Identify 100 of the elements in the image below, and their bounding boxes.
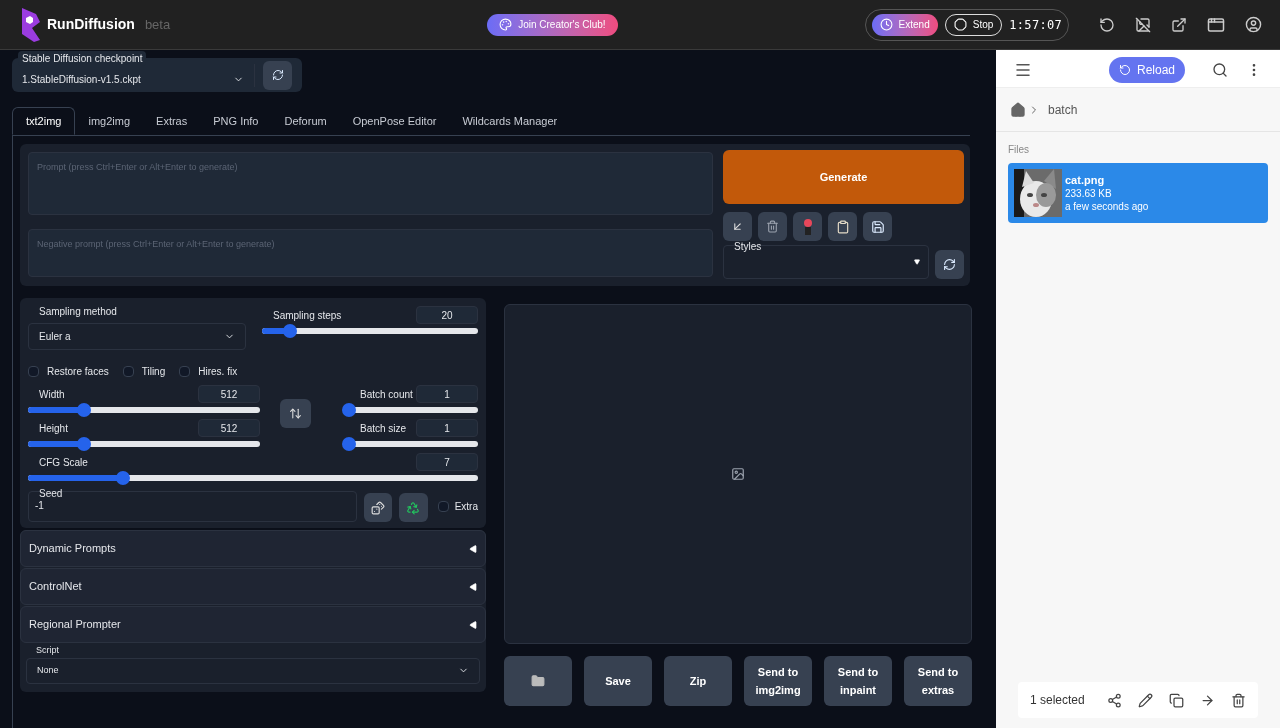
sampling-method-label: Sampling method — [38, 305, 118, 319]
extra-label: Extra — [454, 500, 478, 514]
dice-icon — [371, 500, 385, 515]
clipboard-icon — [835, 219, 850, 234]
slider-thumb[interactable] — [342, 403, 356, 417]
number-field[interactable]: 7 — [416, 453, 478, 471]
dropdown-caret-icon — [914, 259, 920, 265]
image-placeholder-icon — [731, 467, 745, 481]
file-item[interactable]: cat.png 233.63 KB a few seconds ago — [1008, 163, 1268, 223]
number-field[interactable]: 512 — [198, 385, 260, 403]
delete-icon[interactable] — [1230, 692, 1246, 708]
number-field[interactable]: 1 — [416, 385, 478, 403]
output-button[interactable]: Save — [584, 656, 652, 706]
arrow-icon — [731, 220, 744, 233]
reuse-seed-button[interactable] — [399, 493, 428, 522]
number-field[interactable]: 512 — [198, 419, 260, 437]
script-select[interactable]: None — [26, 657, 480, 684]
account-icon[interactable] — [1245, 16, 1262, 33]
slider-label: Batch count — [360, 387, 413, 402]
checkbox[interactable] — [122, 366, 134, 377]
seed-field[interactable]: Seed -1 — [28, 491, 357, 522]
random-seed-button[interactable] — [363, 493, 393, 522]
checkpoint-label: Stable Diffusion checkpoint — [18, 51, 147, 66]
accordion-header[interactable]: Regional Prompter — [20, 606, 486, 643]
extend-button[interactable]: Extend — [871, 13, 938, 36]
file-size: 233.63 KB — [1065, 186, 1113, 200]
output-button[interactable]: Send to extras — [904, 656, 972, 706]
edit-icon[interactable] — [1137, 692, 1153, 708]
checkbox[interactable] — [28, 366, 39, 377]
accordion-header[interactable]: ControlNet — [20, 568, 486, 605]
tab[interactable]: Extras — [143, 107, 201, 135]
script-label: Script — [35, 644, 60, 657]
slider-thumb[interactable] — [283, 324, 298, 338]
recycle-icon — [406, 500, 421, 515]
number-field[interactable]: 20 — [416, 306, 478, 324]
join-club-button[interactable]: Join Creator's Club! — [487, 13, 618, 36]
slider-label: Width — [39, 387, 65, 402]
file-time: a few seconds ago — [1065, 199, 1149, 213]
image-off-icon[interactable] — [1135, 16, 1151, 33]
slider-label: Height — [39, 421, 68, 436]
swap-dimensions-button[interactable] — [280, 398, 311, 428]
checkpoint-select[interactable]: 1.StableDiffusion-v1.5.ckpt — [22, 63, 255, 87]
clock-icon — [879, 18, 893, 31]
accordion-header[interactable]: Dynamic Prompts — [20, 530, 486, 567]
clipboard-button[interactable] — [828, 212, 857, 241]
slider-thumb[interactable] — [342, 437, 356, 451]
checkbox[interactable] — [179, 366, 191, 377]
section-heading: Files — [1007, 143, 1031, 157]
reload-icon — [1119, 63, 1131, 76]
session-timer: 1:57:07 — [1009, 16, 1062, 34]
file-name: cat.png — [1065, 173, 1106, 187]
reload-button[interactable]: Reload — [1109, 56, 1185, 83]
collapse-caret-icon — [469, 620, 477, 629]
collapse-caret-icon — [469, 582, 477, 591]
home-icon[interactable] — [1010, 101, 1026, 118]
window-icon[interactable] — [1207, 15, 1225, 34]
tab[interactable]: img2img — [75, 107, 144, 135]
slider-thumb[interactable] — [76, 403, 91, 417]
tab[interactable]: Deforum — [271, 107, 340, 135]
output-button[interactable]: Zip — [664, 656, 732, 706]
style-button[interactable] — [793, 212, 822, 241]
paste-params-button[interactable] — [723, 212, 752, 241]
external-link-icon[interactable] — [1171, 16, 1187, 33]
share-icon[interactable] — [1106, 692, 1122, 708]
trash-icon — [766, 220, 779, 233]
slider-thumb[interactable] — [76, 437, 91, 451]
refresh-button[interactable] — [263, 60, 292, 90]
swap-icon — [289, 406, 302, 420]
selection-count: 1 selected — [1030, 692, 1085, 709]
seed-value: -1 — [35, 499, 44, 513]
refresh-styles-button[interactable] — [935, 250, 964, 279]
checkbox[interactable] — [437, 501, 449, 512]
restart-icon[interactable] — [1099, 16, 1115, 33]
slider-thumb[interactable] — [115, 471, 130, 485]
save-style-button[interactable] — [863, 212, 892, 241]
number-field[interactable]: 1 — [416, 419, 478, 437]
output-button[interactable]: Send to inpaint — [824, 656, 892, 706]
sampling-method-select[interactable]: Euler a — [28, 323, 246, 350]
output-button[interactable]: Send to img2img — [744, 656, 812, 706]
checkbox-label: Hires. fix — [198, 365, 238, 379]
pin-icon — [802, 217, 813, 236]
tab[interactable]: Wildcards Manager — [449, 107, 571, 135]
copy-icon[interactable] — [1168, 692, 1184, 708]
collapse-caret-icon — [469, 544, 477, 553]
refresh-icon — [943, 258, 956, 271]
palette-icon — [499, 18, 513, 31]
tab[interactable]: txt2img — [12, 107, 76, 135]
generate-button[interactable]: Generate — [723, 150, 964, 204]
slider-label: Sampling steps — [273, 308, 342, 323]
clear-button[interactable] — [758, 212, 787, 241]
open-folder-button[interactable] — [504, 656, 572, 706]
search-icon[interactable] — [1212, 61, 1228, 78]
tab[interactable]: OpenPose Editor — [339, 107, 450, 135]
move-icon[interactable] — [1199, 692, 1215, 708]
brand-name: RunDiffusion — [47, 15, 135, 34]
slider-label: Batch size — [360, 421, 407, 436]
floppy-icon — [870, 219, 885, 234]
tab[interactable]: PNG Info — [200, 107, 272, 135]
logo-icon — [20, 5, 42, 44]
breadcrumb-item[interactable]: batch — [1048, 100, 1078, 119]
